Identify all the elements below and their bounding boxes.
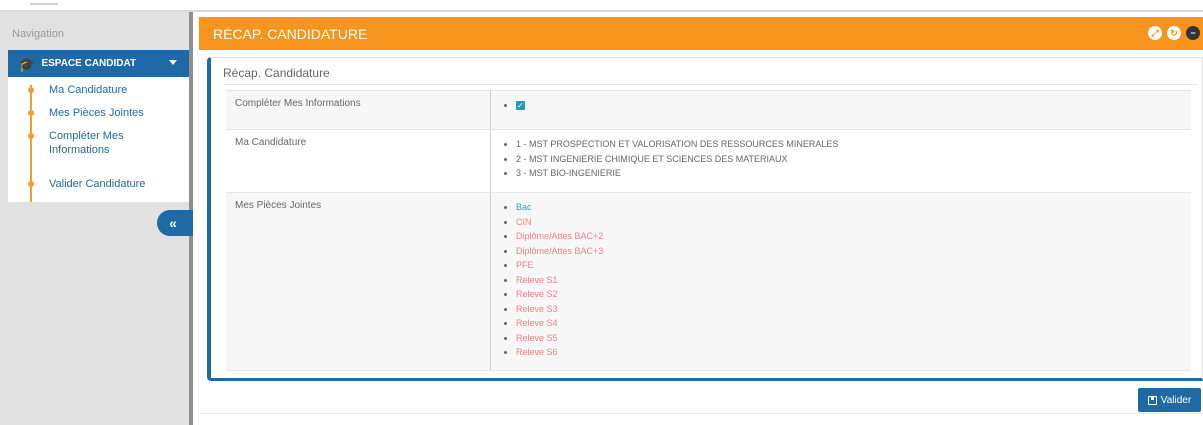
list-item: 1 - MST PROSPECTION ET VALORISATION DES … — [516, 137, 1182, 152]
attachment-missing-s3: Releve S3 — [516, 303, 558, 314]
recap-panel: Récap. Candidature Compléter Mes Informa… — [207, 57, 1203, 381]
valider-button[interactable]: Valider — [1138, 388, 1201, 412]
list-item: Releve S4 — [516, 316, 1182, 331]
row-value: Bac CIN Diplôme/Attes BAC+2 Diplôme/Atte… — [490, 192, 1191, 371]
table-row: Ma Candidature 1 - MST PROSPECTION ET VA… — [226, 129, 1191, 193]
list-item: 2 - MST INGENIERIE CHIMIQUE ET SCIENCES … — [516, 152, 1182, 167]
attachment-missing-s6: Releve S6 — [516, 347, 558, 357]
attachment-missing-pfe: PFE — [516, 260, 534, 270]
list-item: Bac — [516, 200, 1182, 215]
table-row: Mes Pièces Jointes Bac CIN Diplôme/Attes… — [226, 192, 1191, 371]
sidebar-links: Ma Candidature Mes Pièces Jointes Complé… — [8, 77, 189, 202]
pieces-jointes-list: Bac CIN Diplôme/Attes BAC+2 Diplôme/Atte… — [500, 200, 1182, 360]
attachment-missing-bac3: Diplôme/Attes BAC+3 — [516, 245, 604, 256]
list-item: Releve S1 — [516, 273, 1182, 288]
expand-icon[interactable]: ⤢ — [1148, 26, 1162, 40]
sidebar-collapse-button[interactable]: « — [157, 210, 193, 236]
list-item: PFE — [516, 258, 1182, 273]
list-item: CIN — [516, 215, 1182, 230]
list-item: Releve S3 — [516, 302, 1182, 317]
list-item: Releve S5 — [516, 331, 1182, 346]
double-chevron-left-icon: « — [169, 215, 177, 231]
save-icon — [1147, 395, 1157, 405]
row-value: 1 - MST PROSPECTION ET VALORISATION DES … — [490, 129, 1191, 193]
bullet-icon — [28, 110, 34, 116]
list-item: Diplôme/Attes BAC+3 — [516, 244, 1182, 259]
row-label: Ma Candidature — [226, 129, 491, 193]
sidebar-item-completer-mes-informations[interactable]: Compléter Mes Informations — [49, 129, 179, 157]
graduation-cap-icon: 🎓 — [18, 55, 36, 72]
sidebar-item-valider-candidature[interactable]: Valider Candidature — [49, 177, 179, 191]
page-header: RÉCAP. CANDIDATURE ⤢ ↻ − — [199, 17, 1203, 50]
valider-button-label: Valider — [1160, 394, 1192, 406]
row-value: ✓ — [490, 90, 1191, 130]
checkbox-checked-icon: ✓ — [516, 101, 525, 110]
recap-table: Compléter Mes Informations ✓ Ma Candidat… — [226, 90, 1191, 371]
bullet-icon — [28, 87, 34, 93]
top-strip — [0, 0, 1203, 12]
row-label: Mes Pièces Jointes — [226, 192, 491, 371]
caret-down-icon — [169, 60, 177, 65]
sidebar-section-label: ESPACE CANDIDAT — [41, 58, 137, 69]
candidature-list: 1 - MST PROSPECTION ET VALORISATION DES … — [500, 137, 1182, 181]
attachment-missing-s5: Releve S5 — [516, 332, 558, 343]
attachment-missing-bac2: Diplôme/Attes BAC+2 — [516, 231, 604, 241]
info-status-list: ✓ — [500, 98, 1182, 113]
refresh-icon[interactable]: ↻ — [1167, 26, 1181, 40]
header-icons: ⤢ ↻ − — [1148, 26, 1200, 40]
page-title: RÉCAP. CANDIDATURE — [213, 25, 368, 42]
sidebar-section-espace-candidat[interactable]: 🎓 ESPACE CANDIDAT — [8, 50, 189, 77]
bullet-icon — [28, 133, 34, 139]
panel-title: Récap. Candidature — [223, 66, 330, 80]
list-item: ✓ — [516, 98, 1182, 113]
nav-label: Navigation — [12, 28, 64, 40]
table-row: Compléter Mes Informations ✓ — [226, 90, 1191, 130]
sidebar-item-ma-candidature[interactable]: Ma Candidature — [49, 83, 179, 97]
panel-divider — [223, 84, 1198, 85]
row-label: Compléter Mes Informations — [226, 90, 491, 130]
bullet-icon — [28, 181, 34, 187]
top-strip-handle — [30, 3, 58, 5]
attachment-missing-cin: CIN — [516, 216, 532, 227]
list-item: Diplôme/Attes BAC+2 — [516, 229, 1182, 244]
sidebar-item-mes-pieces-jointes[interactable]: Mes Pièces Jointes — [49, 106, 179, 120]
attachment-missing-s4: Releve S4 — [516, 318, 558, 328]
attachment-missing-s1: Releve S1 — [516, 274, 558, 285]
list-item: Releve S2 — [516, 287, 1182, 302]
attachment-link-bac[interactable]: Bac — [516, 202, 532, 212]
close-icon[interactable]: − — [1186, 26, 1200, 40]
attachment-missing-s2: Releve S2 — [516, 289, 558, 299]
footer-divider — [199, 413, 1203, 414]
list-item: Releve S6 — [516, 345, 1182, 360]
list-item: 3 - MST BIO-INGENIERIE — [516, 166, 1182, 181]
